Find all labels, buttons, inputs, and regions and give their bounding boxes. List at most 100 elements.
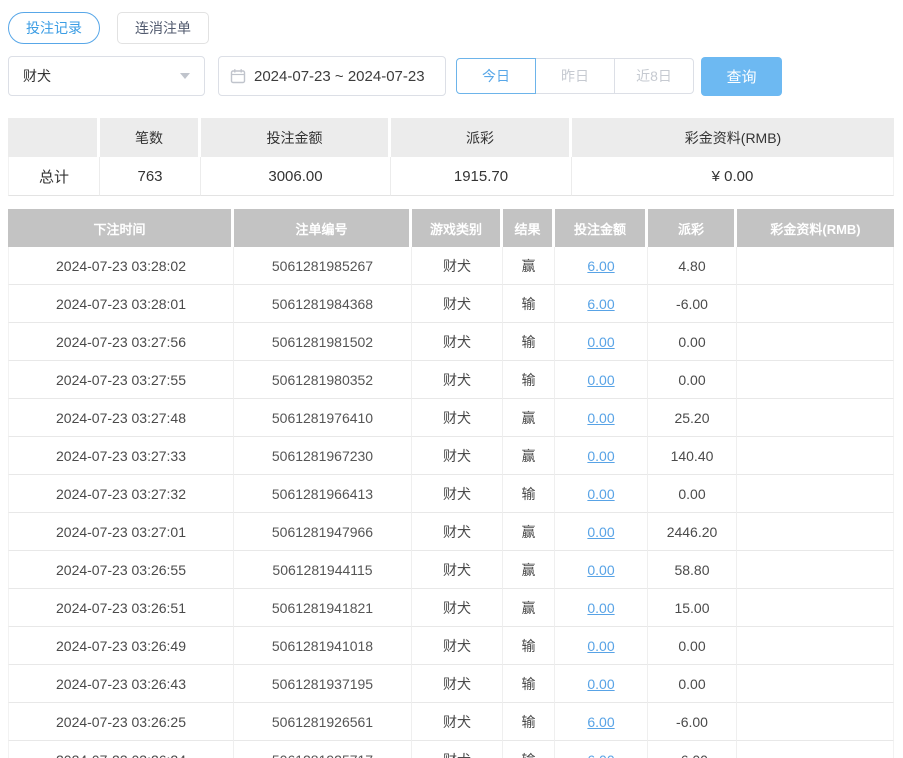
- payout-cell: 0.00: [648, 323, 737, 361]
- bet-amount-cell: 0.00: [555, 437, 648, 475]
- bet-amount-cell: 6.00: [555, 741, 648, 758]
- tab-cancelled-bets[interactable]: 连消注单: [117, 12, 209, 44]
- bet-table-header-row: 下注时间 注单编号 游戏类别 结果 投注金额 派彩 彩金资料(RMB): [8, 209, 894, 247]
- bonus-cell: [737, 741, 894, 758]
- bet-amount-link[interactable]: 0.00: [587, 600, 614, 616]
- table-row: 2024-07-23 03:28:02 5061281985267 财犬 赢 6…: [8, 247, 894, 285]
- bet-time-cell: 2024-07-23 03:27:48: [8, 399, 234, 437]
- game-type-cell: 财犬: [412, 589, 503, 627]
- payout-cell: 4.80: [648, 247, 737, 285]
- summary-total-count: 763: [100, 157, 201, 196]
- header-result: 结果: [503, 209, 555, 247]
- bet-time-cell: 2024-07-23 03:26:43: [8, 665, 234, 703]
- result-cell: 输: [503, 475, 555, 513]
- bet-amount-link[interactable]: 6.00: [587, 258, 614, 274]
- payout-cell: 140.40: [648, 437, 737, 475]
- bonus-cell: [737, 475, 894, 513]
- bonus-cell: [737, 665, 894, 703]
- last-8-days-button[interactable]: 近8日: [614, 58, 694, 94]
- bet-amount-link[interactable]: 0.00: [587, 676, 614, 692]
- bet-amount-link[interactable]: 0.00: [587, 486, 614, 502]
- game-type-cell: 财犬: [412, 247, 503, 285]
- bet-number-cell: 5061281941821: [234, 589, 412, 627]
- bet-amount-cell: 0.00: [555, 361, 648, 399]
- bet-number-cell: 5061281947966: [234, 513, 412, 551]
- bet-table-body: 2024-07-23 03:28:02 5061281985267 财犬 赢 6…: [8, 247, 894, 758]
- table-row: 2024-07-23 03:27:01 5061281947966 财犬 赢 0…: [8, 513, 894, 551]
- table-row: 2024-07-23 03:27:55 5061281980352 财犬 输 0…: [8, 361, 894, 399]
- payout-cell: 2446.20: [648, 513, 737, 551]
- bet-number-cell: 5061281980352: [234, 361, 412, 399]
- bet-amount-link[interactable]: 0.00: [587, 334, 614, 350]
- betting-records-page: 投注记录 连消注单 财犬 2024-07-23 ~ 2024-07-23 今日 …: [0, 0, 903, 758]
- date-range-picker[interactable]: 2024-07-23 ~ 2024-07-23: [218, 56, 446, 96]
- bet-amount-cell: 0.00: [555, 323, 648, 361]
- bet-amount-link[interactable]: 6.00: [587, 714, 614, 730]
- header-payout: 派彩: [648, 209, 737, 247]
- result-cell: 赢: [503, 513, 555, 551]
- payout-cell: -6.00: [648, 703, 737, 741]
- tab-betting-records[interactable]: 投注记录: [8, 12, 100, 44]
- result-cell: 赢: [503, 551, 555, 589]
- tab-bar: 投注记录 连消注单: [8, 12, 894, 44]
- filter-bar: 财犬 2024-07-23 ~ 2024-07-23 今日 昨日 近8日 查询: [8, 56, 894, 96]
- bet-number-cell: 5061281926561: [234, 703, 412, 741]
- payout-cell: 58.80: [648, 551, 737, 589]
- bet-time-cell: 2024-07-23 03:28:02: [8, 247, 234, 285]
- yesterday-button[interactable]: 昨日: [535, 58, 615, 94]
- payout-cell: 0.00: [648, 475, 737, 513]
- game-type-cell: 财犬: [412, 323, 503, 361]
- bonus-cell: [737, 551, 894, 589]
- bet-amount-link[interactable]: 6.00: [587, 752, 614, 758]
- table-row: 2024-07-23 03:27:32 5061281966413 财犬 输 0…: [8, 475, 894, 513]
- result-cell: 输: [503, 741, 555, 758]
- result-cell: 赢: [503, 437, 555, 475]
- summary-header-payout: 派彩: [391, 118, 572, 157]
- bet-amount-link[interactable]: 0.00: [587, 372, 614, 388]
- bet-amount-link[interactable]: 0.00: [587, 638, 614, 654]
- bet-amount-link[interactable]: 0.00: [587, 524, 614, 540]
- result-cell: 赢: [503, 589, 555, 627]
- summary-total-payout: 1915.70: [391, 157, 572, 196]
- bet-amount-link[interactable]: 0.00: [587, 448, 614, 464]
- payout-cell: 0.00: [648, 665, 737, 703]
- game-type-cell: 财犬: [412, 513, 503, 551]
- bet-time-cell: 2024-07-23 03:26:51: [8, 589, 234, 627]
- header-bet-amount: 投注金额: [555, 209, 648, 247]
- game-type-cell: 财犬: [412, 627, 503, 665]
- bet-amount-cell: 0.00: [555, 627, 648, 665]
- game-type-cell: 财犬: [412, 703, 503, 741]
- bonus-cell: [737, 361, 894, 399]
- game-type-cell: 财犬: [412, 361, 503, 399]
- table-row: 2024-07-23 03:26:25 5061281926561 财犬 输 6…: [8, 703, 894, 741]
- quick-date-button-group: 今日 昨日 近8日: [456, 58, 694, 94]
- bet-amount-cell: 0.00: [555, 551, 648, 589]
- table-row: 2024-07-23 03:26:43 5061281937195 财犬 输 0…: [8, 665, 894, 703]
- date-range-value: 2024-07-23 ~ 2024-07-23: [254, 67, 425, 85]
- bet-amount-link[interactable]: 0.00: [587, 410, 614, 426]
- bet-number-cell: 5061281944115: [234, 551, 412, 589]
- payout-cell: -6.00: [648, 285, 737, 323]
- bet-amount-cell: 6.00: [555, 285, 648, 323]
- header-bet-time: 下注时间: [8, 209, 234, 247]
- result-cell: 输: [503, 665, 555, 703]
- bet-number-cell: 5061281925717: [234, 741, 412, 758]
- bonus-cell: [737, 247, 894, 285]
- table-row: 2024-07-23 03:27:48 5061281976410 财犬 赢 0…: [8, 399, 894, 437]
- bet-time-cell: 2024-07-23 03:27:32: [8, 475, 234, 513]
- bet-time-cell: 2024-07-23 03:26:25: [8, 703, 234, 741]
- game-select[interactable]: 财犬: [8, 56, 205, 96]
- bonus-cell: [737, 703, 894, 741]
- bet-number-cell: 5061281984368: [234, 285, 412, 323]
- bet-amount-cell: 6.00: [555, 703, 648, 741]
- summary-header-bonus: 彩金资料(RMB): [572, 118, 894, 157]
- today-button[interactable]: 今日: [456, 58, 536, 94]
- summary-table: 笔数 投注金额 派彩 彩金资料(RMB) 总计 763 3006.00 1915…: [8, 118, 894, 196]
- bet-amount-link[interactable]: 6.00: [587, 296, 614, 312]
- query-button[interactable]: 查询: [701, 56, 782, 96]
- bet-amount-link[interactable]: 0.00: [587, 562, 614, 578]
- summary-header-row: 笔数 投注金额 派彩 彩金资料(RMB): [8, 118, 894, 157]
- payout-cell: 15.00: [648, 589, 737, 627]
- game-type-cell: 财犬: [412, 741, 503, 758]
- payout-cell: -6.00: [648, 741, 737, 758]
